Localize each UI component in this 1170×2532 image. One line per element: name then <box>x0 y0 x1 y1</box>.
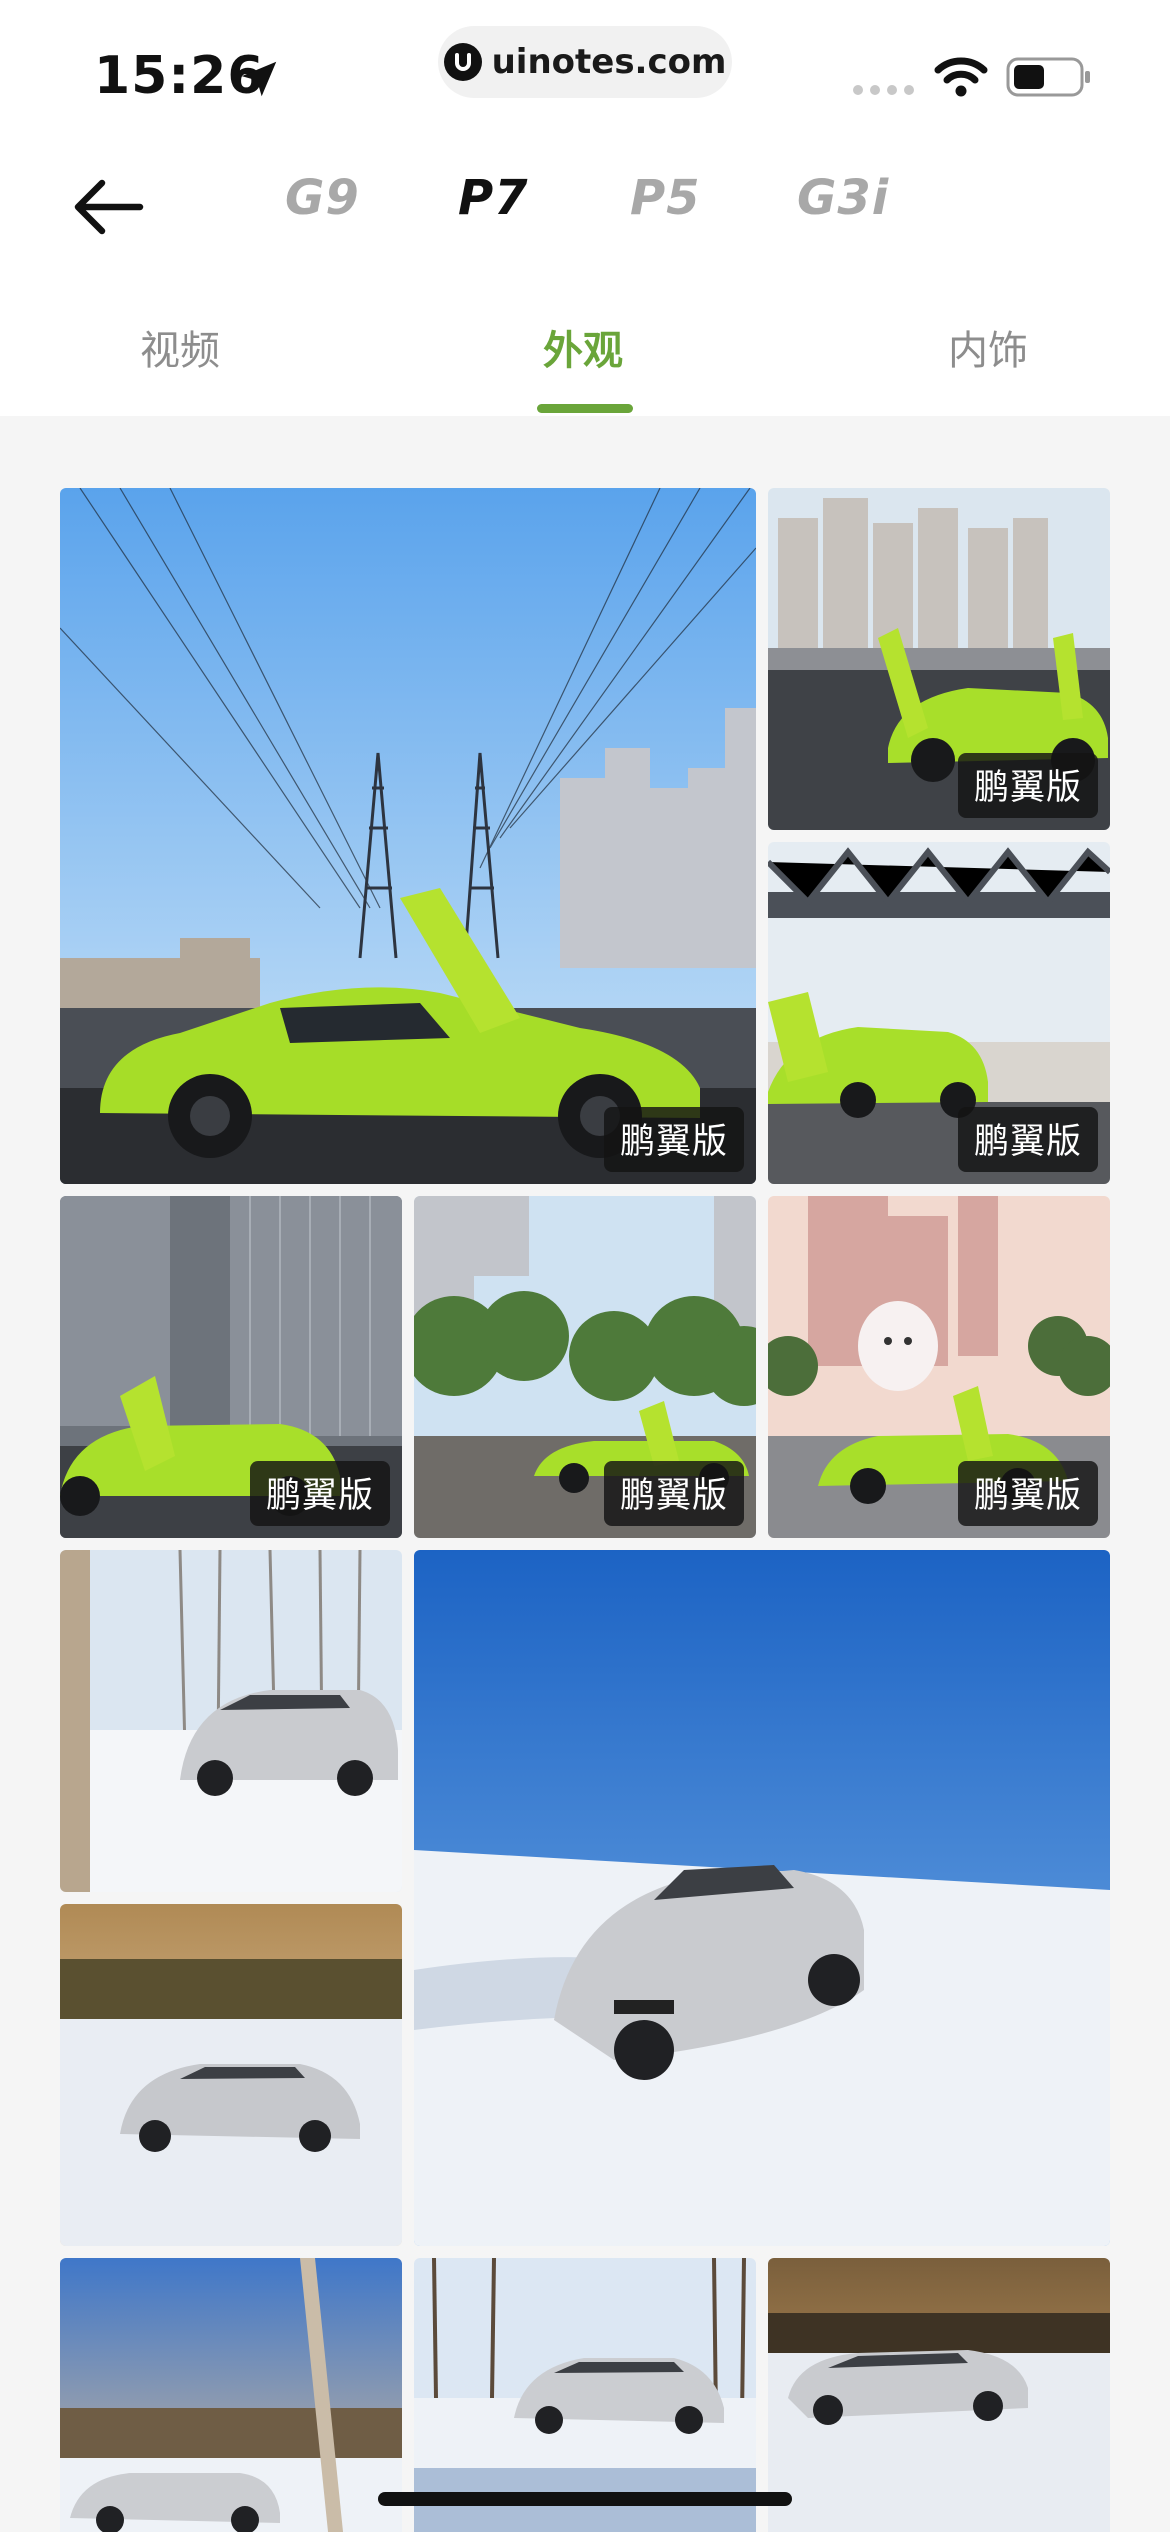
model-nav: G9 P7 P5 G3i <box>0 150 1170 260</box>
signal-dots-icon <box>853 85 914 95</box>
edition-badge: 鹏翼版 <box>249 1461 390 1526</box>
url-text: uinotes.com <box>491 42 727 82</box>
tab-exterior[interactable]: 外观 <box>543 318 623 376</box>
tab-video[interactable]: 视频 <box>140 318 220 376</box>
gallery-photo[interactable]: 鹏翼版 <box>60 488 756 1184</box>
gallery-photo[interactable]: 鹏翼版 <box>60 1196 402 1538</box>
gallery-photo[interactable] <box>414 2258 756 2532</box>
edition-badge: 鹏翼版 <box>603 1107 744 1172</box>
gallery-photo[interactable]: 鹏翼版 <box>768 488 1110 830</box>
wifi-icon <box>934 57 988 97</box>
edition-badge: 鹏翼版 <box>957 1107 1098 1172</box>
model-tab-p7[interactable]: P7 <box>458 170 529 226</box>
gallery-photo[interactable] <box>768 2258 1110 2532</box>
url-pill[interactable]: uinotes.com <box>438 26 732 98</box>
edition-badge: 鹏翼版 <box>957 753 1098 818</box>
gallery-photo[interactable]: 鹏翼版 <box>414 1196 756 1538</box>
active-tab-indicator <box>537 404 633 413</box>
gallery-photo[interactable] <box>60 1904 402 2246</box>
status-bar: 15:26 uinotes.com <box>0 0 1170 140</box>
photo-silver-car-birch-forest <box>60 1550 402 1892</box>
gallery-photo[interactable]: 鹏翼版 <box>768 842 1110 1184</box>
battery-icon <box>1006 57 1090 97</box>
photo-lime-car-pylons <box>60 488 756 1184</box>
gallery-photo[interactable] <box>60 2258 402 2532</box>
site-logo-icon <box>443 43 482 81</box>
gallery-photo[interactable] <box>60 1550 402 1892</box>
back-arrow-icon[interactable] <box>70 172 146 242</box>
page: 15:26 uinotes.com G9 P7 P5 G3i 视频 外观 内饰 … <box>0 0 1170 2532</box>
model-tab-g3i[interactable]: G3i <box>797 170 889 226</box>
tab-interior[interactable]: 内饰 <box>948 318 1028 376</box>
gallery-photo[interactable] <box>414 1550 1110 2246</box>
photo-silver-car-drift-bluesky <box>414 1550 1110 2246</box>
location-arrow-icon <box>241 61 277 97</box>
header: 15:26 uinotes.com G9 P7 P5 G3i 视频 外观 内饰 <box>0 0 1170 416</box>
home-indicator[interactable] <box>378 2492 792 2506</box>
model-tab-p5[interactable]: P5 <box>630 170 701 226</box>
photo-silver-car-drift-dusk <box>768 2258 1110 2532</box>
photo-silver-car-snow-sunset <box>60 1904 402 2246</box>
photo-silver-car-sunrise-tree <box>60 2258 402 2532</box>
view-tabs: 视频 外观 内饰 <box>0 300 1170 416</box>
model-tab-g9[interactable]: G9 <box>285 170 360 226</box>
gallery-photo[interactable]: 鹏翼版 <box>768 1196 1110 1538</box>
photo-silver-car-bare-trees <box>414 2258 756 2532</box>
edition-badge: 鹏翼版 <box>603 1461 744 1526</box>
edition-badge: 鹏翼版 <box>957 1461 1098 1526</box>
